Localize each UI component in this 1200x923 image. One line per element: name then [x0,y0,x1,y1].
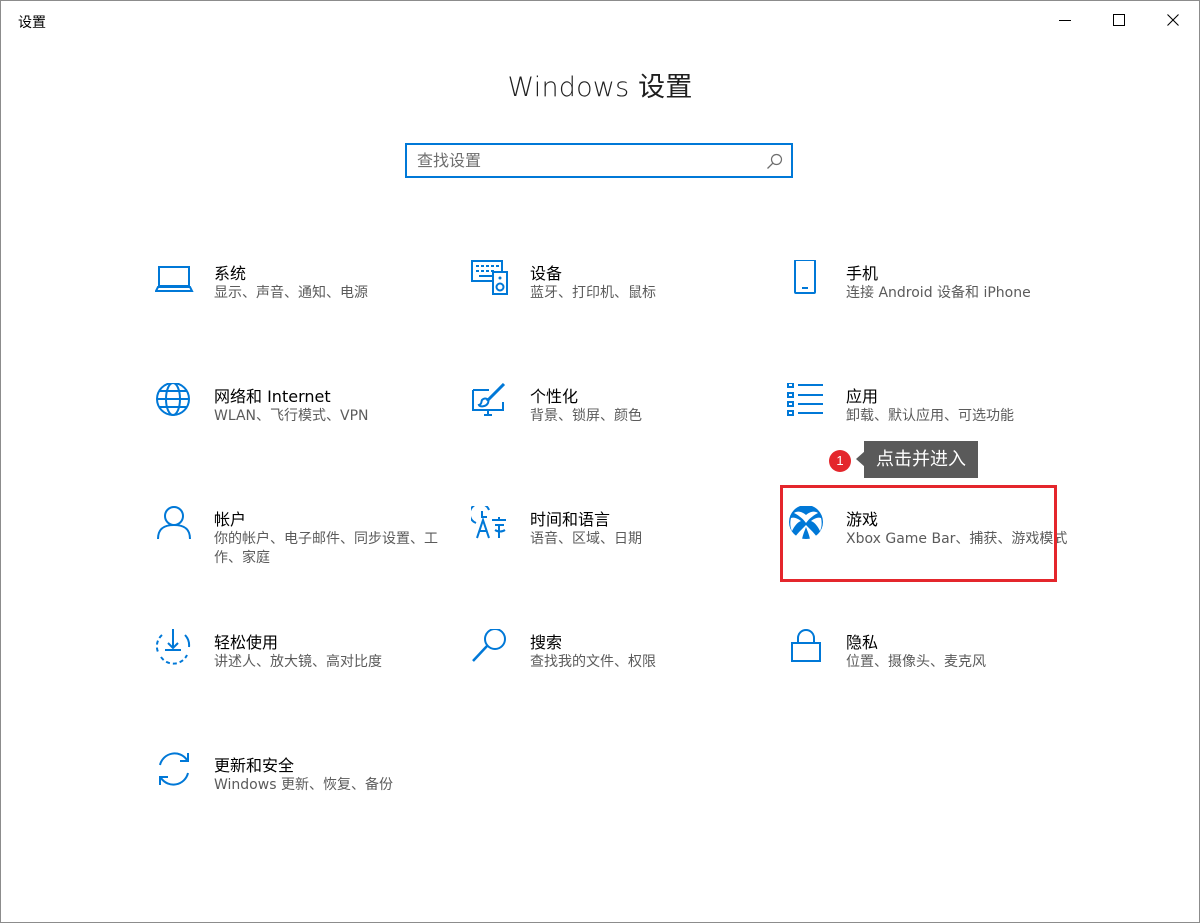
search-icon[interactable] [766,153,783,170]
maximize-button[interactable] [1092,1,1146,39]
tile-ease-of-access-desc: 讲述人、放大镜、高对比度 [214,654,382,670]
tile-system-desc: 显示、声音、通知、电源 [214,285,368,301]
tile-network[interactable]: 网络和 Internet WLAN、飞行模式、VPN [155,383,455,473]
tile-phone[interactable]: 手机 连接 Android 设备和 iPhone [787,260,1087,350]
lock-icon [791,629,821,662]
minimize-button[interactable] [1038,1,1092,39]
sync-arrows-icon [159,752,189,786]
window-title: 设置 [18,15,46,31]
person-icon [157,506,191,540]
app-list-icon [787,383,823,416]
magnifier-icon [472,629,506,662]
tile-accounts-name: 帐户 [214,510,247,529]
tile-personalization[interactable]: 个性化 背景、锁屏、颜色 [471,383,771,473]
settings-window: 设置 Windows 设置 查找设置 系统 显示、声音、通知、电源 设备 蓝牙、… [0,0,1200,923]
tile-update-security[interactable]: 更新和安全 Windows 更新、恢复、备份 [155,752,455,842]
tile-time-language[interactable]: 时间和语言 语音、区域、日期 [471,506,771,596]
tile-devices[interactable]: 设备 蓝牙、打印机、鼠标 [471,260,771,350]
maximize-icon [1113,14,1125,26]
tile-network-name: 网络和 Internet [214,387,331,406]
minimize-icon [1059,20,1071,21]
tile-devices-name: 设备 [530,264,563,283]
tile-update-security-desc: Windows 更新、恢复、备份 [214,777,393,793]
gaming-highlight-box [780,485,1057,582]
keyboard-speaker-icon [471,260,508,295]
title-bar: 设置 [1,1,1199,41]
tile-ease-of-access[interactable]: 轻松使用 讲述人、放大镜、高对比度 [155,629,455,719]
tile-privacy[interactable]: 隐私 位置、摄像头、麦克风 [787,629,1087,719]
search-box[interactable] [405,143,793,178]
tile-search-desc: 查找我的文件、权限 [530,654,656,670]
tile-phone-name: 手机 [846,264,879,283]
tile-system-name: 系统 [214,264,247,283]
tile-system[interactable]: 系统 显示、声音、通知、电源 [155,260,455,350]
tile-search[interactable]: 搜索 查找我的文件、权限 [471,629,771,719]
phone-icon [794,260,816,294]
tile-update-security-name: 更新和安全 [214,756,295,775]
globe-icon [156,383,190,416]
close-icon [1167,14,1179,26]
tile-apps-desc: 卸载、默认应用、可选功能 [846,408,1014,424]
tile-time-language-desc: 语音、区域、日期 [530,531,642,547]
tile-personalization-desc: 背景、锁屏、颜色 [530,408,642,424]
tile-ease-of-access-name: 轻松使用 [214,633,279,652]
tile-privacy-desc: 位置、摄像头、麦克风 [846,654,986,670]
step-number-badge: 1 [829,450,851,472]
close-button[interactable] [1146,1,1200,39]
tile-network-desc: WLAN、飞行模式、VPN [214,408,369,424]
tile-apps-name: 应用 [846,387,879,406]
paint-brush-icon [472,383,506,416]
clock-language-icon [471,506,506,539]
page-title: Windows 设置 [507,72,693,103]
tile-search-name: 搜索 [530,633,563,652]
tile-devices-desc: 蓝牙、打印机、鼠标 [530,285,656,301]
ease-of-access-icon [155,629,191,665]
tile-time-language-name: 时间和语言 [530,510,611,529]
tile-personalization-name: 个性化 [530,387,579,406]
callout-text: 点击并进入 [864,441,978,478]
tile-accounts-desc: 你的帐户、电子邮件、同步设置、工作、家庭 [214,531,438,566]
tile-phone-desc: 连接 Android 设备和 iPhone [846,285,1031,301]
laptop-icon [155,266,194,292]
tile-accounts[interactable]: 帐户 你的帐户、电子邮件、同步设置、工作、家庭 [155,506,455,596]
search-input[interactable] [417,145,747,176]
tile-privacy-name: 隐私 [846,633,879,652]
